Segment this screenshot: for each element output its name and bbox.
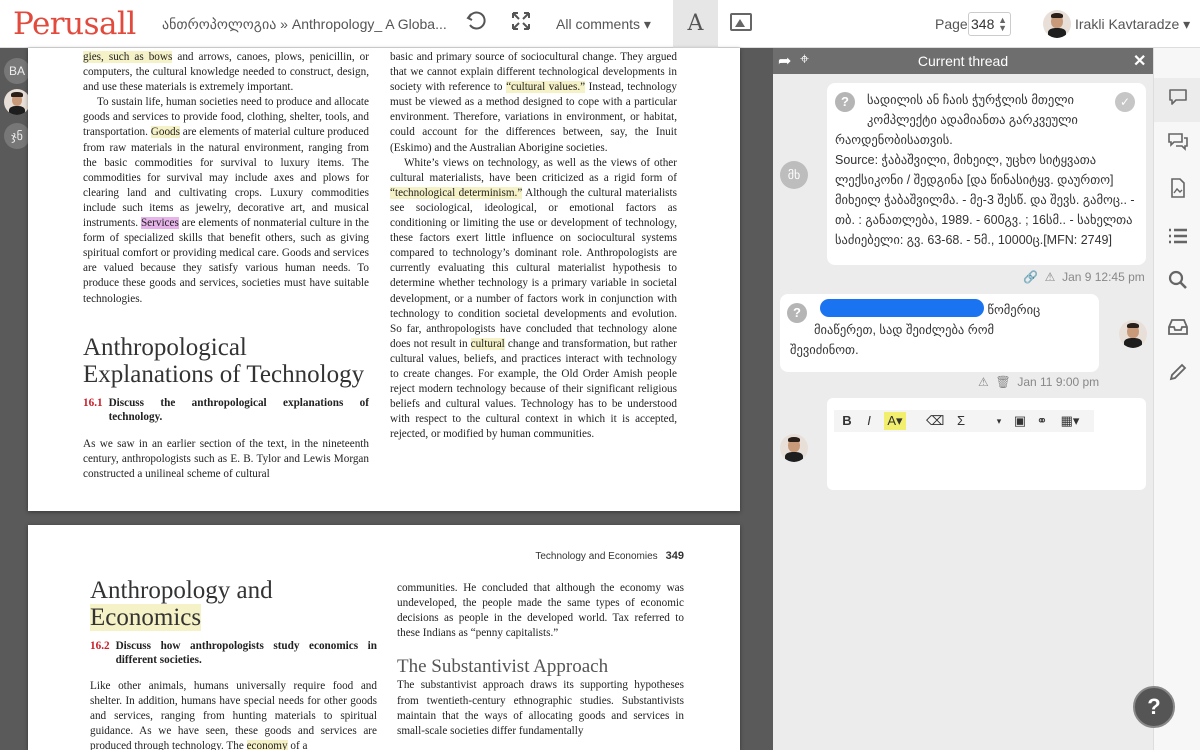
comment-line: წომერიც bbox=[790, 299, 1089, 320]
subsection-heading: The Substantivist Approach bbox=[397, 656, 609, 678]
breadcrumb[interactable]: ანთროპოლოგია » Anthropology_ A Globa... bbox=[162, 16, 447, 33]
editor-toolbar: B I A▾ ⌫ Σ ▾ ▣ ⚭ ▦▾ bbox=[834, 410, 1094, 432]
user-avatar[interactable] bbox=[1043, 10, 1071, 38]
italic-button[interactable]: I bbox=[862, 412, 876, 430]
comment-line: მიაწერეთ, სად შეიძლება რომ bbox=[814, 323, 995, 337]
learning-objective: 16.2 Discuss how anthropologists study e… bbox=[90, 640, 377, 666]
reply-avatar bbox=[780, 434, 808, 462]
image-view-icon[interactable] bbox=[730, 13, 752, 31]
pencil-icon[interactable] bbox=[1154, 354, 1200, 398]
document-icon[interactable] bbox=[1154, 170, 1200, 214]
comment-meta: 🔗 ⚠ Jan 9 12:45 pm bbox=[1023, 270, 1145, 284]
all-comments-dropdown[interactable]: All comments ▾ bbox=[556, 16, 651, 33]
reply-editor[interactable]: B I A▾ ⌫ Σ ▾ ▣ ⚭ ▦▾ bbox=[827, 398, 1146, 490]
author-avatar[interactable] bbox=[1119, 320, 1147, 348]
comments-icon[interactable] bbox=[1154, 78, 1200, 122]
annotation-highlight[interactable]: economy bbox=[246, 740, 288, 750]
author-avatar[interactable]: მხ bbox=[780, 161, 808, 189]
inbox-icon[interactable] bbox=[1154, 308, 1200, 352]
page-right-column: communities. He concluded that although … bbox=[397, 582, 684, 737]
comment-bubble[interactable]: ? ✓ სადილის ან ჩაის ჭურჭლის მთელი კომპლე… bbox=[827, 83, 1146, 265]
formula-button[interactable]: Σ bbox=[954, 412, 968, 430]
running-head: Technology and Economies 349 bbox=[535, 550, 684, 562]
document-page-349: Technology and Economies 349 Anthropology… bbox=[28, 525, 740, 750]
page-label: Page bbox=[935, 16, 968, 32]
comment-line: სადილის ან ჩაის ჭურჭლის მთელი bbox=[867, 93, 1074, 107]
redacted-mention bbox=[820, 299, 984, 317]
comment-bubble[interactable]: ? წომერიც მიაწერეთ, სად შეიძლება რომ შევ… bbox=[780, 294, 1099, 372]
link-icon[interactable]: ⚭ bbox=[1034, 412, 1050, 430]
participant-badge[interactable]: ჯნ bbox=[4, 123, 30, 149]
text-view-icon[interactable]: A bbox=[673, 0, 718, 48]
eraser-icon[interactable]: ⌫ bbox=[926, 412, 944, 430]
page-right-column: basic and primary source of sociocultura… bbox=[390, 51, 677, 441]
page-left-column: Anthropology and Economics 16.2 Discuss … bbox=[90, 577, 377, 750]
page-number-value: 348 bbox=[971, 16, 995, 32]
annotation-highlight[interactable]: gies, such as bows bbox=[83, 51, 173, 63]
bold-button[interactable]: B bbox=[840, 412, 854, 430]
panel-header: ➦ ⌖ Current thread ✕ bbox=[773, 48, 1153, 74]
image-icon[interactable]: ▣ bbox=[1012, 412, 1028, 430]
list-icon[interactable] bbox=[1154, 216, 1200, 260]
fullscreen-icon[interactable] bbox=[507, 10, 535, 38]
page-left-column: gies, such as bows and arrows, canoes, p… bbox=[83, 51, 370, 480]
flag-icon[interactable]: ⚠ bbox=[1045, 270, 1056, 284]
top-bar: Perusall ანთროპოლოგია » Anthropology_ A … bbox=[0, 0, 1200, 48]
section-heading: Anthropological Explanations of Technolo… bbox=[83, 333, 365, 388]
participants-rail: BA ჯნ bbox=[0, 48, 30, 750]
conversations-icon[interactable] bbox=[1154, 124, 1200, 168]
link-icon[interactable]: 🔗 bbox=[1023, 270, 1038, 284]
comment-line: კომპლექტი ადამიანთა გარკვეული bbox=[867, 113, 1078, 127]
comment-line: რაოდენობისათვის. bbox=[835, 133, 953, 147]
check-icon[interactable]: ✓ bbox=[1115, 92, 1135, 112]
annotation-highlight[interactable]: Goods bbox=[150, 126, 180, 139]
comment-source: Source: ჭაბაშვილი, მიხეილ, უცხო სიტყვათა… bbox=[835, 153, 1135, 247]
comment-meta: ⚠ 🗑 Jan 11 9:00 pm bbox=[978, 375, 1100, 389]
highlight-color-button[interactable]: A▾ bbox=[884, 412, 906, 430]
search-icon[interactable] bbox=[1154, 262, 1200, 306]
help-button[interactable]: ? bbox=[1133, 686, 1175, 728]
undo-icon[interactable] bbox=[462, 10, 490, 38]
perusall-logo[interactable]: Perusall bbox=[13, 6, 136, 42]
learning-objective: 16.1 Discuss the anthropological explana… bbox=[83, 396, 369, 423]
question-icon[interactable]: ? bbox=[835, 92, 855, 112]
annotation-highlight[interactable]: cultural bbox=[470, 337, 505, 350]
section-heading: Anthropology and Economics bbox=[90, 577, 273, 631]
annotation-highlight[interactable]: “cultural values.” bbox=[506, 81, 586, 94]
annotation-highlight[interactable]: Economics bbox=[90, 604, 202, 631]
table-icon[interactable]: ▦▾ bbox=[1058, 412, 1082, 430]
document-page-348: gies, such as bows and arrows, canoes, p… bbox=[28, 48, 740, 511]
trash-icon[interactable]: 🗑 bbox=[995, 375, 1010, 389]
annotation-highlight[interactable]: “technological determinism.” bbox=[390, 186, 523, 199]
flag-icon[interactable]: ⚠ bbox=[978, 375, 989, 389]
page-number-input[interactable]: 348 ▲ ▼ bbox=[968, 12, 1011, 36]
participant-avatar[interactable] bbox=[4, 89, 30, 115]
close-icon[interactable]: ✕ bbox=[1133, 51, 1146, 71]
panel-title: Current thread bbox=[917, 53, 1009, 69]
thread-panel: ➦ ⌖ Current thread ✕ მხ ? ✓ სადილის ან ჩ… bbox=[773, 48, 1153, 750]
page-spinner-icon[interactable]: ▲ ▼ bbox=[998, 16, 1007, 33]
right-sidebar bbox=[1153, 48, 1200, 750]
participant-badge[interactable]: BA bbox=[4, 58, 30, 84]
annotation-highlight-selected[interactable]: Services bbox=[140, 217, 179, 230]
question-icon[interactable]: ? bbox=[787, 303, 807, 323]
comment-line: შევიძინოთ. bbox=[790, 343, 859, 357]
formula-dropdown[interactable]: ▾ bbox=[994, 412, 1004, 430]
user-menu[interactable]: Irakli Kavtaradze ▾ bbox=[1075, 16, 1190, 33]
